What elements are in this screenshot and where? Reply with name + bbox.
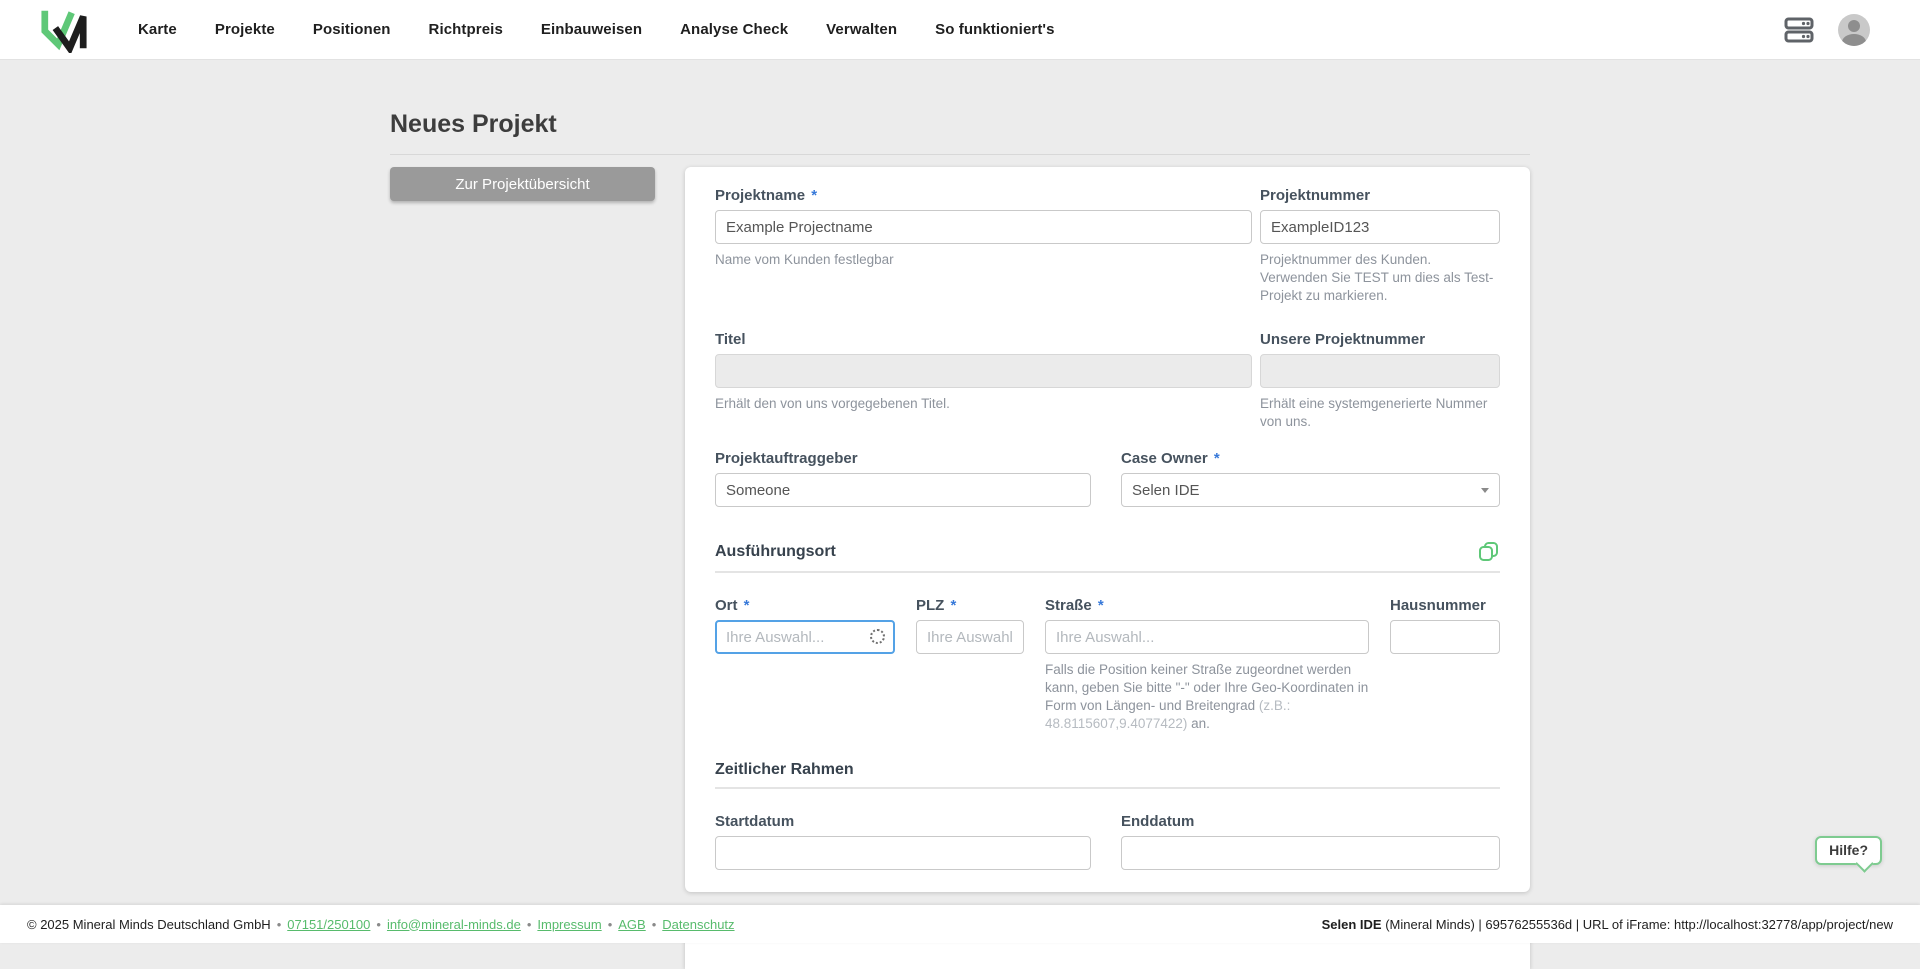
unsere-projektnummer-label: Unsere Projektnummer <box>1260 331 1500 348</box>
ausfuehrungsort-section-title: Ausführungsort <box>715 543 836 561</box>
titel-help: Erhält den von uns vorgegebenen Titel. <box>715 395 1252 413</box>
nav-item-richtpreis[interactable]: Richtpreis <box>429 21 503 38</box>
separator-dot: • <box>608 917 613 932</box>
help-button[interactable]: Hilfe? <box>1815 836 1882 865</box>
projektnummer-label: Projektnummer <box>1260 187 1500 204</box>
projektnummer-help: Projektnummer des Kunden. Verwenden Sie … <box>1260 251 1500 305</box>
projektname-label: Projektname * <box>715 187 1252 204</box>
required-asterisk: * <box>744 597 750 614</box>
titel-input <box>715 354 1252 388</box>
footer-session-info: Selen IDE (Mineral Minds) | 69576255536d… <box>1322 917 1893 932</box>
footer-phone-link[interactable]: 07151/250100 <box>287 917 370 932</box>
hausnummer-label: Hausnummer <box>1390 597 1500 614</box>
left-column: Zur Projektübersicht <box>390 167 655 201</box>
footer-left: © 2025 Mineral Minds Deutschland GmbH • … <box>27 917 735 932</box>
ort-input[interactable] <box>715 620 895 654</box>
page-content: Neues Projekt Zur Projektübersicht Proje… <box>390 110 1530 969</box>
zeitlicher-rahmen-section-title: Zeitlicher Rahmen <box>715 761 854 779</box>
user-avatar[interactable] <box>1838 14 1870 46</box>
separator-dot: • <box>277 917 282 932</box>
copyright-text: © 2025 Mineral Minds Deutschland GmbH <box>27 917 271 932</box>
required-asterisk: * <box>811 187 817 204</box>
projektauftraggeber-label: Projektauftraggeber <box>715 450 1091 467</box>
strasse-label: Straße * <box>1045 597 1369 614</box>
nav-item-so-funktionierts[interactable]: So funktioniert's <box>935 21 1054 38</box>
loading-spinner-icon <box>870 629 885 644</box>
projektname-help: Name vom Kunden festlegbar <box>715 251 1252 269</box>
new-project-form-card: Projektname * Name vom Kunden festlegbar… <box>685 167 1530 892</box>
nav-item-analyse-check[interactable]: Analyse Check <box>680 21 788 38</box>
enddatum-label: Enddatum <box>1121 813 1500 830</box>
unsere-projektnummer-input <box>1260 354 1500 388</box>
required-asterisk: * <box>1098 597 1104 614</box>
startdatum-input[interactable] <box>715 836 1091 870</box>
section-divider <box>715 571 1500 573</box>
strasse-help: Falls die Position keiner Straße zugeord… <box>1045 661 1369 733</box>
title-divider <box>390 154 1530 155</box>
avatar-head-icon <box>1848 20 1860 32</box>
session-details: (Mineral Minds) | 69576255536d | URL of … <box>1382 917 1893 932</box>
nav-item-projekte[interactable]: Projekte <box>215 21 275 38</box>
strasse-input[interactable] <box>1045 620 1369 654</box>
topbar-right-icons <box>1784 14 1870 46</box>
case-owner-select[interactable]: Selen IDE <box>1121 473 1500 507</box>
titel-label: Titel <box>715 331 1252 348</box>
startdatum-label: Startdatum <box>715 813 1091 830</box>
nav-item-einbauweisen[interactable]: Einbauweisen <box>541 21 642 38</box>
unsere-projektnummer-help: Erhält eine systemgenerierte Nummer von … <box>1260 395 1500 431</box>
server-icon[interactable] <box>1784 17 1814 43</box>
chevron-down-icon <box>1481 488 1489 493</box>
avatar-body-icon <box>1842 34 1866 46</box>
session-user: Selen IDE <box>1322 917 1382 932</box>
footer-agb-link[interactable]: AGB <box>618 917 645 932</box>
plz-input[interactable] <box>916 620 1024 654</box>
projektauftraggeber-input[interactable] <box>715 473 1091 507</box>
separator-dot: • <box>652 917 657 932</box>
required-asterisk: * <box>951 597 957 614</box>
top-navigation-bar: Karte Projekte Positionen Richtpreis Ein… <box>0 0 1920 60</box>
nav-item-verwalten[interactable]: Verwalten <box>826 21 897 38</box>
separator-dot: • <box>376 917 381 932</box>
required-asterisk: * <box>1214 450 1220 467</box>
footer-datenschutz-link[interactable]: Datenschutz <box>662 917 734 932</box>
footer-bar: © 2025 Mineral Minds Deutschland GmbH • … <box>0 905 1920 943</box>
section-divider <box>715 787 1500 789</box>
back-to-projects-button[interactable]: Zur Projektübersicht <box>390 167 655 201</box>
ort-label: Ort * <box>715 597 895 614</box>
main-menu: Karte Projekte Positionen Richtpreis Ein… <box>138 21 1055 38</box>
case-owner-label: Case Owner * <box>1121 450 1500 467</box>
hausnummer-input[interactable] <box>1390 620 1500 654</box>
nav-item-positionen[interactable]: Positionen <box>313 21 391 38</box>
enddatum-input[interactable] <box>1121 836 1500 870</box>
nav-item-karte[interactable]: Karte <box>138 21 177 38</box>
copy-icon[interactable] <box>1478 541 1500 563</box>
mineral-minds-logo-icon[interactable] <box>40 7 88 53</box>
footer-impressum-link[interactable]: Impressum <box>537 917 601 932</box>
projektnummer-input[interactable] <box>1260 210 1500 244</box>
page-title: Neues Projekt <box>390 110 1530 139</box>
separator-dot: • <box>527 917 532 932</box>
projektname-input[interactable] <box>715 210 1252 244</box>
plz-label: PLZ * <box>916 597 1024 614</box>
case-owner-selected-value: Selen IDE <box>1132 482 1200 499</box>
footer-email-link[interactable]: info@mineral-minds.de <box>387 917 521 932</box>
